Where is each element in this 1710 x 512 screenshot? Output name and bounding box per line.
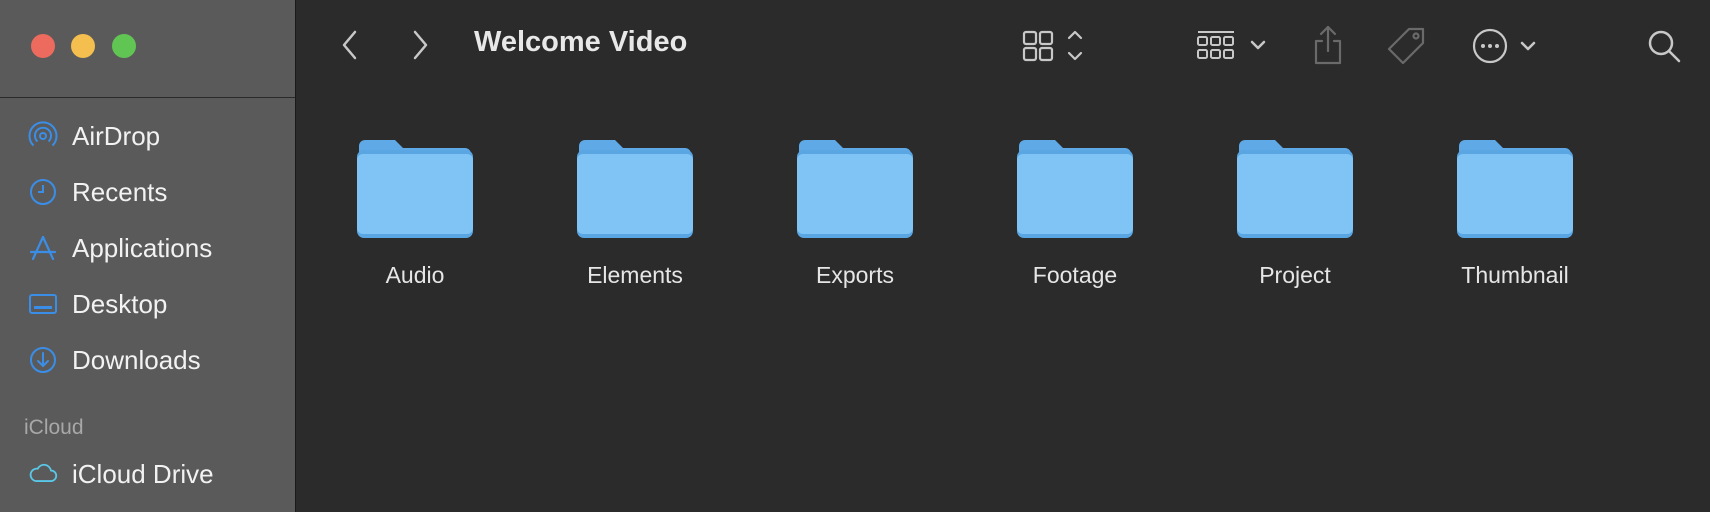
toolbar: Welcome Video xyxy=(296,0,1710,92)
folder-item[interactable]: Project xyxy=(1205,138,1385,289)
folder-item[interactable]: Exports xyxy=(765,138,945,289)
sidebar-section-icloud: iCloud xyxy=(24,416,84,439)
folder-icon xyxy=(1237,140,1353,238)
chevron-left-icon xyxy=(342,30,357,60)
sidebar-item-applications[interactable]: Applications xyxy=(0,220,295,276)
icon-grid-icon xyxy=(1022,30,1083,62)
sidebar-item-label: Desktop xyxy=(72,288,168,319)
sidebar-item-label: Recents xyxy=(72,176,168,207)
sidebar-favorites: AirDrop Recents Applications Desktop Dow… xyxy=(0,98,295,388)
back-button[interactable] xyxy=(334,26,366,64)
folder-icon xyxy=(1457,140,1573,238)
sidebar-item-label: Downloads xyxy=(72,344,201,375)
sidebar-item-label: AirDrop xyxy=(72,120,161,151)
folder-name: Project xyxy=(1259,262,1331,288)
close-window-button[interactable] xyxy=(31,34,55,58)
search-icon xyxy=(1648,30,1681,63)
window-title: Welcome Video xyxy=(474,26,688,58)
tag-button[interactable] xyxy=(1384,24,1428,68)
forward-button[interactable] xyxy=(404,26,436,64)
share-button[interactable] xyxy=(1308,22,1348,68)
folder-item[interactable]: Elements xyxy=(545,138,725,289)
zoom-window-button[interactable] xyxy=(112,34,136,58)
group-by-button[interactable] xyxy=(1196,26,1272,66)
view-mode-button[interactable] xyxy=(1022,26,1092,66)
applications-icon xyxy=(28,233,58,263)
sidebar-item-icloud-drive[interactable]: iCloud Drive xyxy=(0,446,295,502)
share-icon xyxy=(1314,25,1342,65)
folder-name: Thumbnail xyxy=(1461,262,1569,288)
folder-icon xyxy=(1017,140,1133,238)
folder-item[interactable]: Thumbnail xyxy=(1425,138,1605,289)
tag-icon xyxy=(1387,27,1425,65)
folder-name: Audio xyxy=(385,262,445,288)
folder-name: Exports xyxy=(816,262,894,288)
download-icon xyxy=(28,345,58,375)
search-button[interactable] xyxy=(1644,26,1684,66)
chevron-right-icon xyxy=(413,30,428,60)
folder-icon xyxy=(357,140,473,238)
sidebar-header xyxy=(0,0,295,98)
sidebar: AirDrop Recents Applications Desktop Dow… xyxy=(0,0,296,512)
folder-name: Elements xyxy=(587,262,683,288)
airdrop-icon xyxy=(28,121,58,151)
minimize-window-button[interactable] xyxy=(71,34,95,58)
sidebar-item-label: iCloud Drive xyxy=(72,458,214,489)
sidebar-item-desktop[interactable]: Desktop xyxy=(0,276,295,332)
clock-icon xyxy=(28,177,58,207)
cloud-icon xyxy=(28,459,58,489)
folder-icon xyxy=(577,140,693,238)
sidebar-item-recents[interactable]: Recents xyxy=(0,164,295,220)
folder-icon xyxy=(797,140,913,238)
finder-window: AirDrop Recents Applications Desktop Dow… xyxy=(0,0,1710,512)
sidebar-item-airdrop[interactable]: AirDrop xyxy=(0,108,295,164)
sidebar-item-label: Applications xyxy=(72,232,213,263)
main-content: Welcome Video Audio Elements Exports Foo… xyxy=(296,0,1710,512)
more-actions-button[interactable] xyxy=(1472,24,1542,68)
folder-item[interactable]: Audio xyxy=(325,138,505,289)
desktop-icon xyxy=(28,289,58,319)
folder-name: Footage xyxy=(1032,262,1118,288)
ellipsis-circle-icon xyxy=(1472,28,1536,64)
group-icon xyxy=(1197,31,1266,59)
sidebar-item-downloads[interactable]: Downloads xyxy=(0,332,295,388)
folder-item[interactable]: Footage xyxy=(985,138,1165,289)
